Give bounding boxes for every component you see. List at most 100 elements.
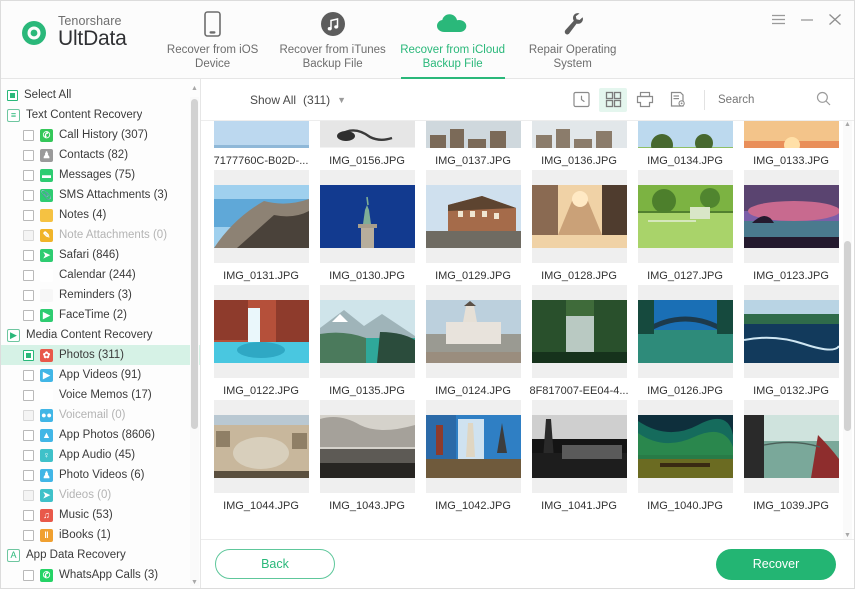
thumbnail-image[interactable] (425, 121, 521, 148)
thumbnail-item[interactable]: IMG_1042.JPG (420, 400, 526, 515)
sidebar-item-music-icon[interactable]: ♫ Music (53) (1, 505, 200, 525)
thumbnail-image[interactable] (319, 121, 415, 148)
checkbox[interactable] (23, 369, 34, 381)
thumbnail-image[interactable] (213, 170, 309, 263)
sidebar-item-videos-icon[interactable]: ➤ Videos (0) (1, 485, 200, 505)
checkbox[interactable] (23, 509, 34, 521)
thumbnail-item[interactable]: IMG_1040.JPG (632, 400, 738, 515)
thumbnail-item[interactable]: IMG_0124.JPG (420, 285, 526, 400)
sidebar-item-app-audio-icon[interactable]: ♀ App Audio (45) (1, 445, 200, 465)
sidebar-item-messages-icon[interactable]: ▬ Messages (75) (1, 165, 200, 185)
thumbnail-image[interactable] (425, 285, 521, 378)
checkbox[interactable] (23, 129, 34, 141)
thumbnail-item[interactable]: IMG_0135.JPG (314, 285, 420, 400)
sidebar-item-contacts-icon[interactable]: ♟ Contacts (82) (1, 145, 200, 165)
thumbnail-item[interactable]: IMG_0134.JPG (632, 121, 738, 170)
sidebar-item-note-attachment-icon[interactable]: ✎ Note Attachments (0) (1, 225, 200, 245)
thumbnail-item[interactable]: IMG_0122.JPG (208, 285, 314, 400)
sidebar-select-all[interactable]: Select All (1, 85, 200, 105)
thumbnail-item[interactable]: IMG_0133.JPG (738, 121, 844, 170)
sidebar-item-whatsapp-messages-icon[interactable]: ✆WhatsApp Messages (3) (1, 585, 200, 588)
sidebar-item-reminders-icon[interactable]: Reminders (3) (1, 285, 200, 305)
sidebar-item-sms-attachment-icon[interactable]: 📎 SMS Attachments (3) (1, 185, 200, 205)
sidebar-item-app-photos-icon[interactable]: ▲ App Photos (8606) (1, 425, 200, 445)
thumbnail-item[interactable]: IMG_0127.JPG (632, 170, 738, 285)
thumbnail-image[interactable] (743, 170, 839, 263)
checkbox[interactable] (23, 429, 34, 441)
checkbox[interactable] (23, 289, 34, 301)
thumbnail-item[interactable]: IMG_0128.JPG (526, 170, 632, 285)
checkbox[interactable] (7, 89, 18, 101)
chevron-down-icon[interactable]: ▼ (337, 95, 346, 105)
sidebar-item-voice-memos-icon[interactable]: ‖ Voice Memos (17) (1, 385, 200, 405)
grid-scroll-thumb[interactable] (844, 241, 851, 431)
thumbnail-item[interactable]: IMG_1043.JPG (314, 400, 420, 515)
scroll-down-arrow-icon[interactable]: ▼ (190, 579, 199, 586)
thumbnail-item[interactable]: IMG_0126.JPG (632, 285, 738, 400)
checkbox[interactable] (23, 569, 34, 581)
sidebar-item-photo-videos-icon[interactable]: ♟ Photo Videos (6) (1, 465, 200, 485)
search-input[interactable] (718, 93, 810, 106)
sidebar-item-photos-icon[interactable]: ✿ Photos (311) (1, 345, 200, 365)
sidebar-item-app-videos-icon[interactable]: ▶ App Videos (91) (1, 365, 200, 385)
checkbox[interactable] (23, 269, 34, 281)
thumbnail-image[interactable] (531, 121, 627, 148)
checkbox[interactable] (23, 349, 34, 361)
thumbnail-image[interactable] (319, 400, 415, 493)
sidebar-scrollbar[interactable]: ▲ ▼ (190, 85, 199, 586)
sidebar-group-1[interactable]: ≡ Text Content Recovery (1, 105, 200, 125)
thumbnail-item[interactable]: 8F817007-EE04-4... (526, 285, 632, 400)
thumbnail-image[interactable] (743, 285, 839, 378)
print-icon[interactable] (631, 88, 659, 112)
thumbnail-item[interactable]: IMG_0130.JPG (314, 170, 420, 285)
sidebar-item-safari-icon[interactable]: ➤ Safari (846) (1, 245, 200, 265)
nav-recover-itunes-backup[interactable]: Recover from iTunes Backup File (273, 1, 393, 79)
thumbnail-item[interactable]: IMG_0123.JPG (738, 170, 844, 285)
time-view-icon[interactable] (567, 88, 595, 112)
show-all-filter[interactable]: Show All (311) ▼ (250, 93, 346, 107)
thumbnail-image[interactable] (637, 170, 733, 263)
thumbnail-item[interactable]: IMG_1044.JPG (208, 400, 314, 515)
close-icon[interactable] (828, 13, 842, 31)
thumbnail-image[interactable] (637, 400, 733, 493)
grid-scroll-down-arrow-icon[interactable]: ▼ (843, 532, 852, 539)
menu-hamburger-icon[interactable] (771, 13, 786, 31)
checkbox[interactable] (23, 309, 34, 321)
scroll-up-arrow-icon[interactable]: ▲ (190, 85, 199, 92)
thumbnail-image[interactable] (531, 400, 627, 493)
thumbnail-image[interactable] (637, 121, 733, 148)
minimize-icon[interactable] (800, 13, 814, 31)
thumbnail-image[interactable] (743, 121, 839, 148)
checkbox[interactable] (23, 469, 34, 481)
thumbnail-item[interactable]: IMG_0156.JPG (314, 121, 420, 170)
checkbox[interactable] (23, 189, 34, 201)
sidebar-item-notes-icon[interactable]: Notes (4) (1, 205, 200, 225)
sidebar-item-whatsapp-calls-icon[interactable]: ✆ WhatsApp Calls (3) (1, 565, 200, 585)
thumbnail-image[interactable] (213, 285, 309, 378)
checkbox[interactable] (23, 169, 34, 181)
sidebar-item-phone-call-icon[interactable]: ✆ Call History (307) (1, 125, 200, 145)
export-settings-icon[interactable] (663, 88, 691, 112)
checkbox[interactable] (23, 409, 34, 421)
thumbnail-image[interactable] (213, 400, 309, 493)
checkbox[interactable] (23, 149, 34, 161)
grid-scrollbar[interactable]: ▲ ▼ (843, 121, 852, 539)
nav-recover-ios-device[interactable]: Recover from iOS Device (153, 1, 273, 79)
thumbnail-image[interactable] (531, 285, 627, 378)
thumbnail-item[interactable]: IMG_1041.JPG (526, 400, 632, 515)
checkbox[interactable] (23, 249, 34, 261)
back-button[interactable]: Back (215, 549, 335, 579)
thumbnail-item[interactable]: IMG_0131.JPG (208, 170, 314, 285)
thumbnail-image[interactable] (637, 285, 733, 378)
thumbnail-image[interactable] (425, 400, 521, 493)
sidebar-scroll-thumb[interactable] (191, 99, 198, 429)
checkbox[interactable] (23, 209, 34, 221)
grid-view-icon[interactable] (599, 87, 627, 112)
checkbox[interactable] (23, 529, 34, 541)
thumbnail-item[interactable]: IMG_0136.JPG (526, 121, 632, 170)
sidebar-item-ibooks-icon[interactable]: ‖ iBooks (1) (1, 525, 200, 545)
checkbox[interactable] (23, 229, 34, 241)
thumbnail-image[interactable] (213, 121, 309, 148)
thumbnail-image[interactable] (319, 170, 415, 263)
thumbnail-item[interactable]: IMG_1039.JPG (738, 400, 844, 515)
